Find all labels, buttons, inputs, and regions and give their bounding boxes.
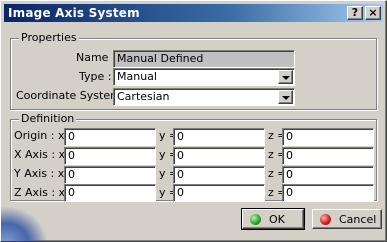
- properties-group: Properties Name : Manual Defined Type : …: [10, 32, 377, 110]
- z-axis-x-input[interactable]: 0: [64, 184, 156, 202]
- image-axis-system-dialog: Image Axis System ? × Properties Name : …: [0, 0, 387, 242]
- x-axis-y-input[interactable]: 0: [173, 147, 265, 165]
- window-title: Image Axis System: [8, 6, 140, 20]
- z-axis-z-input[interactable]: 0: [282, 184, 374, 202]
- catia-logo-icon: [1, 207, 47, 241]
- ok-label: OK: [269, 213, 285, 226]
- type-label: Type :: [79, 70, 112, 83]
- ok-button[interactable]: OK: [241, 208, 305, 230]
- name-field: Manual Defined: [113, 50, 295, 68]
- properties-legend: Properties: [19, 31, 79, 44]
- x-axis-x-input[interactable]: 0: [64, 147, 156, 165]
- name-label: Name :: [76, 51, 116, 64]
- coordinate-system-value: Cartesian: [117, 90, 170, 103]
- z-axis-y-input[interactable]: 0: [173, 184, 265, 202]
- red-cancel-icon: [320, 214, 331, 225]
- origin-y-input[interactable]: 0: [173, 128, 265, 146]
- coordinate-system-label: Coordinate System :: [16, 89, 129, 102]
- origin-z-input[interactable]: 0: [282, 128, 374, 146]
- type-value: Manual: [117, 70, 157, 83]
- x-axis-z-input[interactable]: 0: [282, 147, 374, 165]
- cancel-label: Cancel: [339, 213, 377, 226]
- y-axis-y-input[interactable]: 0: [173, 166, 265, 184]
- definition-group: Definition Origin : x = 0 y = 0 z = 0 X …: [10, 113, 377, 202]
- type-combo[interactable]: Manual: [113, 68, 295, 86]
- chevron-down-icon[interactable]: [278, 70, 293, 84]
- chevron-down-icon[interactable]: [278, 90, 293, 104]
- close-button[interactable]: ×: [365, 6, 381, 20]
- definition-legend: Definition: [19, 112, 77, 125]
- y-axis-x-input[interactable]: 0: [64, 166, 156, 184]
- coordinate-system-combo[interactable]: Cartesian: [113, 88, 295, 106]
- cancel-button[interactable]: Cancel: [312, 209, 382, 229]
- origin-x-input[interactable]: 0: [64, 128, 156, 146]
- green-ok-icon: [250, 214, 261, 225]
- title-bar[interactable]: Image Axis System ? ×: [4, 4, 383, 22]
- help-button[interactable]: ?: [347, 6, 363, 20]
- y-axis-z-input[interactable]: 0: [282, 166, 374, 184]
